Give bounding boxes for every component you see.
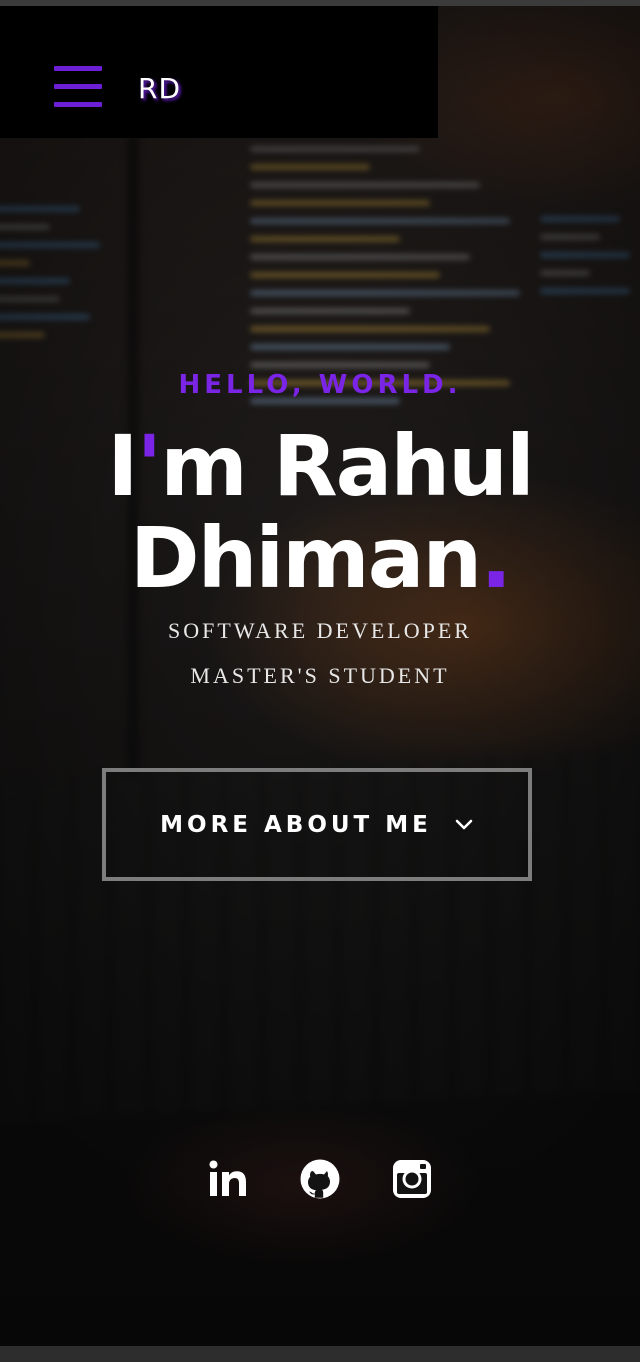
- more-about-me-label: MORE ABOUT ME: [160, 811, 432, 838]
- hamburger-menu-icon[interactable]: [54, 66, 102, 112]
- nav-bar: RD: [0, 6, 438, 138]
- role-software-developer: SOFTWARE DEVELOPER: [168, 618, 472, 643]
- bottom-strip: [0, 1346, 640, 1362]
- name-initial: I: [107, 417, 138, 515]
- name-apostrophe: ': [136, 417, 163, 515]
- instagram-icon[interactable]: [391, 1158, 433, 1200]
- site-logo[interactable]: RD: [138, 72, 181, 105]
- linkedin-icon[interactable]: [207, 1158, 249, 1200]
- hero-name: I'm Rahul Dhiman.: [0, 420, 640, 604]
- chevron-down-icon: [455, 819, 473, 829]
- github-icon[interactable]: [299, 1158, 341, 1200]
- more-about-me-button[interactable]: MORE ABOUT ME: [102, 768, 532, 881]
- social-links: [0, 1158, 640, 1200]
- greeting: HELLO, WORLD.: [178, 370, 462, 400]
- name-line1: m Rahul: [160, 417, 535, 515]
- name-dot: .: [480, 509, 512, 607]
- name-line2: Dhiman: [129, 509, 482, 607]
- role-masters-student: MASTER'S STUDENT: [190, 663, 450, 688]
